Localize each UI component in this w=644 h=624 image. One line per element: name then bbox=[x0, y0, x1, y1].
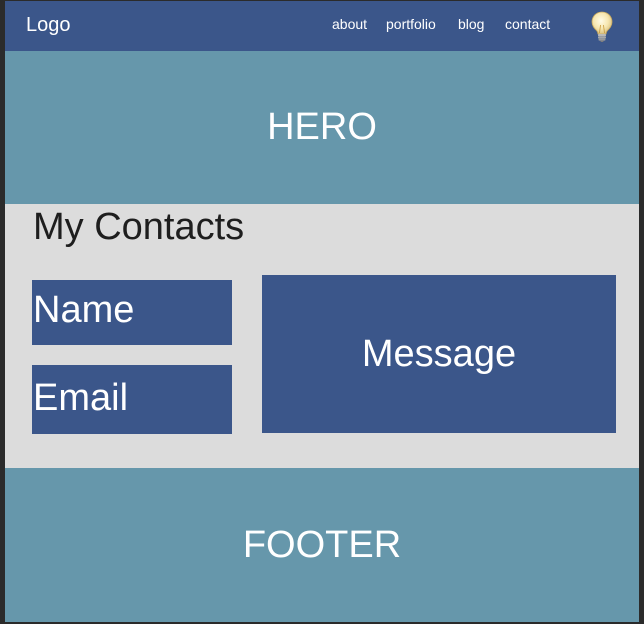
message-field[interactable]: Message bbox=[262, 275, 616, 433]
nav-link-portfolio[interactable]: portfolio bbox=[386, 16, 436, 32]
nav-link-contact[interactable]: contact bbox=[505, 16, 550, 32]
nav-link-about[interactable]: about bbox=[332, 16, 367, 32]
email-field[interactable]: Email bbox=[32, 365, 232, 434]
hero-label: HERO bbox=[267, 106, 377, 148]
hero-section: HERO bbox=[5, 51, 639, 204]
name-field[interactable]: Name bbox=[32, 280, 232, 345]
footer-section: FOOTER bbox=[5, 468, 639, 622]
footer-label: FOOTER bbox=[242, 523, 402, 566]
name-field-label: Name bbox=[33, 289, 135, 331]
lightbulb-icon[interactable] bbox=[591, 11, 613, 43]
message-field-label: Message bbox=[361, 332, 517, 375]
logo[interactable]: Logo bbox=[26, 14, 71, 37]
navbar: Logo about portfolio blog contact bbox=[5, 1, 639, 51]
nav-link-blog[interactable]: blog bbox=[458, 16, 484, 32]
page-frame: Logo about portfolio blog contact HERO M… bbox=[5, 1, 639, 622]
contacts-title: My Contacts bbox=[33, 206, 245, 248]
email-field-label: Email bbox=[33, 377, 129, 419]
